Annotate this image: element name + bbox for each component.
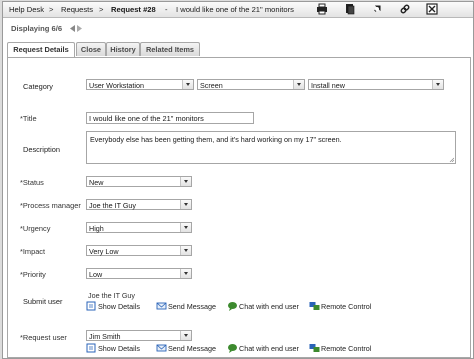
breadcrumb-request-id: Request #28 [111,5,156,14]
chat-icon [228,344,237,353]
breadcrumb-dash: - [165,5,168,14]
message-icon [156,344,167,352]
request-user-label: *Request user [20,333,67,342]
urgency-select[interactable]: High [86,222,192,233]
record-navigator: Displaying 6/6 [3,18,473,38]
tab-history[interactable]: History [106,42,140,56]
remote-control-label: Remote Control [321,302,372,311]
subcategory-value: Screen [200,81,223,90]
link-icon[interactable] [399,3,411,15]
breadcrumb-separator: > [99,5,104,14]
app-window: Help Desk > Requests > Request #28 - I w… [2,1,474,359]
item-value: Install new [311,81,345,90]
title-label: *Title [20,114,37,123]
urgency-value: High [89,224,104,233]
breadcrumb: Help Desk > Requests > Request #28 - I w… [3,2,473,18]
process-manager-label: *Process manager [20,201,81,210]
breadcrumb-help-desk[interactable]: Help Desk [9,5,44,14]
request-user-value: Jim Smith [89,332,121,341]
impact-value: Very Low [89,247,119,256]
chevron-down-icon [180,177,191,186]
remote-control-icon [309,302,320,310]
chevron-down-icon [432,80,443,89]
chevron-down-icon [180,223,191,232]
submit-user-name: Joe the IT Guy [88,291,136,300]
send-message-label: Send Message [168,302,216,311]
remote-control-icon [309,344,320,352]
category-label: Category [23,82,53,91]
chevron-down-icon [180,246,191,255]
chevron-down-icon [180,269,191,278]
priority-label: *Priority [20,270,46,279]
impact-label: *Impact [20,247,46,256]
process-manager-select[interactable]: Joe the IT Guy [86,199,192,210]
chevron-down-icon [293,80,304,89]
tab-request-details[interactable]: Request Details [7,42,75,57]
chevron-down-icon [180,200,191,209]
tab-related-items[interactable]: Related Items [140,42,200,56]
chat-icon [228,302,237,311]
description-textarea[interactable]: Everybody else has been getting them, an… [86,131,456,164]
urgency-label: *Urgency [20,224,51,233]
print-icon[interactable] [316,3,328,15]
recycle-icon[interactable] [371,3,383,15]
tab-close[interactable]: Close [76,42,106,56]
category-value: User Workstation [89,81,144,90]
status-select[interactable]: New [86,176,192,187]
category-select[interactable]: User Workstation [86,79,194,90]
chevron-down-icon [180,331,191,340]
send-message-label: Send Message [168,344,216,353]
breadcrumb-request-title: I would like one of the 21" monitors [176,5,294,14]
breadcrumb-separator: > [49,5,54,14]
details-icon [86,343,96,353]
chevron-down-icon [182,80,193,89]
close-icon[interactable] [426,3,438,15]
title-input[interactable]: I would like one of the 21" monitors [86,112,254,124]
status-label: *Status [20,178,44,187]
item-select[interactable]: Install new [308,79,444,90]
show-details-label: Show Details [98,344,140,353]
request-details-panel: Category User Workstation Screen Install… [7,57,471,358]
status-value: New [89,178,104,187]
resize-handle-icon[interactable] [449,157,454,162]
subcategory-select[interactable]: Screen [197,79,305,90]
breadcrumb-requests[interactable]: Requests [61,5,93,14]
details-icon [86,301,96,311]
priority-select[interactable]: Low [86,268,192,279]
description-value: Everybody else has been getting them, an… [90,135,342,144]
copy-icon[interactable] [344,3,356,15]
impact-select[interactable]: Very Low [86,245,192,256]
priority-value: Low [89,270,103,279]
chat-label: Chat with end user [239,344,299,353]
request-user-select[interactable]: Jim Smith [86,330,192,341]
chat-label: Chat with end user [239,302,299,311]
submit-user-label: Submit user [23,297,63,306]
previous-record-icon[interactable] [69,24,76,33]
message-icon [156,302,167,310]
show-details-label: Show Details [98,302,140,311]
record-count: Displaying 6/6 [11,24,63,33]
process-manager-value: Joe the IT Guy [89,201,137,210]
next-record-icon[interactable] [76,24,83,33]
description-label: Description [23,145,60,154]
title-value: I would like one of the 21" monitors [89,114,204,123]
remote-control-label: Remote Control [321,344,372,353]
